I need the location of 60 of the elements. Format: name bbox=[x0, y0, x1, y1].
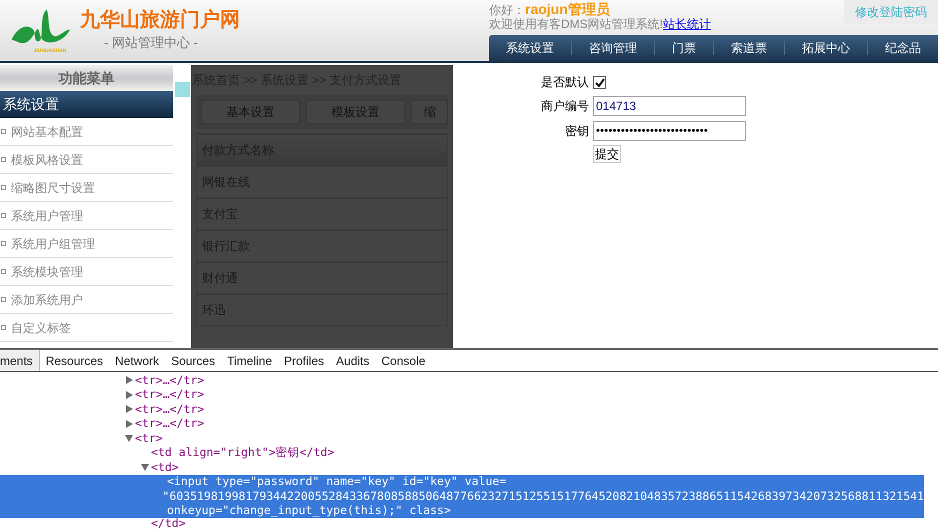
menu-item[interactable]: 模板风格设置 bbox=[11, 150, 83, 168]
key-label: 密钥 bbox=[564, 122, 589, 140]
logo-subtitle: - 网站管理中心 - bbox=[104, 34, 199, 52]
dom-node-text[interactable]: </td> bbox=[151, 515, 186, 531]
logo-title: 九华山旅游门户网 bbox=[80, 8, 240, 32]
devtools-tab[interactable]: Audits bbox=[330, 350, 376, 371]
devtools-tab[interactable]: Timeline bbox=[221, 350, 278, 371]
key-input[interactable]: ••••••••••••••••••••••••••• bbox=[593, 120, 746, 140]
nav-item[interactable]: 系统设置 bbox=[489, 39, 571, 57]
marker-square bbox=[175, 82, 190, 97]
bullet-icon bbox=[1, 129, 6, 134]
devtools-tab[interactable]: Resources bbox=[40, 350, 110, 371]
devtools-tab[interactable]: Network bbox=[109, 350, 166, 371]
devtools-tab[interactable]: Console bbox=[375, 350, 432, 371]
collapsed-triangle-icon[interactable] bbox=[125, 390, 135, 399]
nav-item[interactable]: 咨询管理 bbox=[572, 39, 654, 57]
stats-link[interactable]: 站长统计 bbox=[663, 17, 711, 31]
menu-item[interactable]: 自定义标签 bbox=[11, 318, 71, 336]
default-label: 是否默认 bbox=[540, 74, 589, 91]
default-checkbox[interactable] bbox=[593, 76, 606, 88]
bullet-icon bbox=[1, 157, 6, 162]
menu-item[interactable]: 系统模块管理 bbox=[11, 262, 83, 280]
merchant-label: 商户编号 bbox=[540, 98, 589, 114]
expanded-triangle-icon[interactable] bbox=[141, 463, 151, 472]
expanded-triangle-icon[interactable] bbox=[125, 434, 135, 442]
menu-item[interactable]: 网站基本配置 bbox=[11, 122, 83, 140]
submit-button[interactable]: 提交 bbox=[593, 145, 621, 163]
nav-item[interactable]: 拓展中心 bbox=[785, 39, 867, 57]
dom-node-text[interactable]: <tr>…</tr> bbox=[135, 400, 204, 418]
dom-node-text[interactable]: <tr>…</tr> bbox=[135, 415, 204, 432]
menu-section[interactable]: 系统设置 bbox=[0, 91, 173, 118]
user-name: raojun管理员 bbox=[525, 2, 610, 16]
dom-node-text[interactable]: <tr>…</tr> bbox=[135, 372, 204, 389]
merchant-input[interactable]: 014713 bbox=[593, 96, 746, 116]
bullet-icon bbox=[1, 325, 6, 330]
bullet-icon bbox=[1, 213, 6, 218]
dom-node-text[interactable]: <td> bbox=[151, 458, 179, 476]
nav-item[interactable]: 门票 bbox=[655, 39, 713, 57]
collapsed-triangle-icon[interactable] bbox=[125, 405, 135, 414]
devtools-tab[interactable]: ments bbox=[0, 350, 40, 371]
collapsed-triangle-icon[interactable] bbox=[125, 376, 135, 384]
menu-item[interactable]: 添加系统用户 bbox=[11, 290, 83, 308]
bullet-icon bbox=[1, 269, 6, 274]
nav-item[interactable]: 纪念品 bbox=[868, 39, 938, 57]
bullet-icon bbox=[1, 241, 6, 246]
devtools-tab[interactable]: Sources bbox=[165, 350, 222, 371]
dom-node-text[interactable]: <tr> bbox=[135, 430, 163, 447]
dom-node-text[interactable]: <tr>…</tr> bbox=[135, 386, 204, 404]
nav-item[interactable]: 索道票 bbox=[714, 39, 784, 57]
collapsed-triangle-icon[interactable] bbox=[125, 420, 135, 428]
devtools-tab[interactable]: Profiles bbox=[278, 350, 330, 371]
dom-node-text[interactable]: <td align="right">密钥</td> bbox=[151, 444, 334, 462]
welcome-text: 欢迎使用有客DMS网站管理系统! bbox=[489, 17, 663, 31]
greeting-text: 你好： bbox=[489, 3, 525, 17]
menu-title: 功能菜单 bbox=[0, 65, 173, 91]
menu-item[interactable]: 缩略图尺寸设置 bbox=[11, 178, 95, 196]
bullet-icon bbox=[1, 185, 6, 190]
menu-item[interactable]: 系统用户组管理 bbox=[11, 234, 95, 252]
bullet-icon bbox=[1, 297, 6, 302]
menu-item[interactable]: 系统用户管理 bbox=[11, 206, 83, 224]
